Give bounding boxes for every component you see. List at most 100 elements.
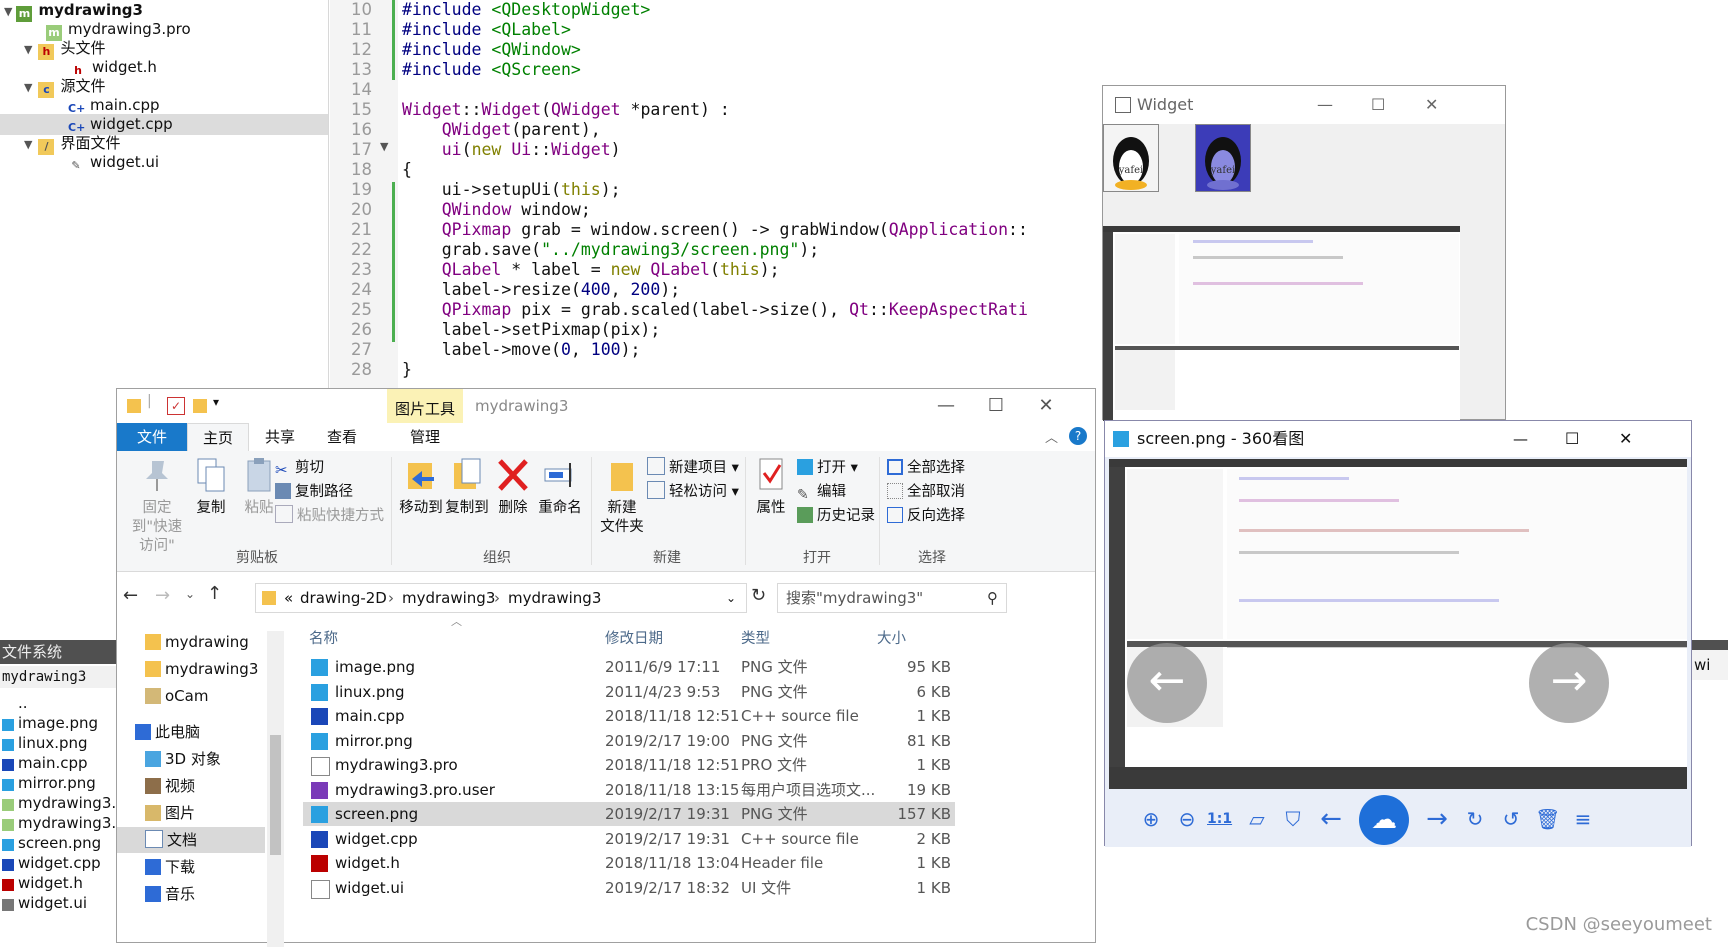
previous-icon[interactable]: ← [1319, 806, 1343, 832]
tree-item[interactable]: ✎ widget.ui [68, 152, 159, 173]
nav-item[interactable]: 视频 [145, 773, 195, 799]
tab-manage[interactable]: 管理 [387, 423, 463, 451]
minimize-icon[interactable]: — [1317, 86, 1333, 124]
filesystem-item[interactable]: mirror.png [2, 772, 96, 794]
tree-item-selected[interactable]: C+ widget.cpp [0, 114, 328, 135]
invert-selection-button[interactable]: 反向选择 [887, 505, 965, 527]
quick-access-dropdown-icon[interactable]: ▾ [213, 395, 219, 409]
address-overflow[interactable]: « [284, 584, 293, 612]
actual-size-button[interactable]: 1:1 [1207, 807, 1232, 831]
breadcrumb-drawing-2d[interactable]: drawing-2D [300, 584, 387, 612]
copy-path-button[interactable]: 复制路径 [275, 481, 353, 503]
open-folder-icon[interactable]: ▱ [1245, 807, 1269, 831]
tab-home[interactable]: 主页 [187, 423, 249, 451]
filesystem-item[interactable]: widget.ui [2, 892, 87, 914]
maximize-icon[interactable]: ☐ [1371, 86, 1385, 124]
picture-tools-context-tab[interactable]: 图片工具 [387, 389, 463, 423]
help-icon[interactable]: ? [1069, 427, 1087, 445]
next-icon[interactable]: → [1425, 806, 1449, 832]
new-folder-quick-icon[interactable] [193, 399, 207, 413]
new-folder-button[interactable]: 新建 文件夹 [597, 457, 647, 537]
minimize-icon[interactable]: — [923, 389, 969, 423]
filesystem-item[interactable]: mydrawing3. [2, 792, 116, 814]
file-row[interactable]: widget.cpp 2019/2/17 19:31 C++ source file… [303, 827, 955, 851]
nav-item[interactable]: oCam [145, 683, 208, 709]
filesystem-item[interactable]: mydrawing3. [2, 812, 116, 834]
breadcrumb-mydrawing3[interactable]: mydrawing3 [402, 584, 495, 612]
tree-item[interactable]: ▼ / 界面文件 [24, 133, 120, 155]
close-icon[interactable]: ✕ [1023, 389, 1069, 423]
close-icon[interactable]: ✕ [1619, 421, 1632, 457]
select-all-button[interactable]: 全部选择 [887, 457, 965, 479]
previous-image-button[interactable]: ← [1127, 643, 1207, 723]
nav-scrollbar[interactable] [267, 631, 284, 947]
tree-item[interactable]: C+ main.cpp [68, 95, 160, 116]
nav-item[interactable]: 3D 对象 [145, 746, 221, 772]
tree-item[interactable]: ▼ c 源文件 [24, 76, 105, 98]
easy-access-button[interactable]: 轻松访问 ▾ [647, 481, 739, 503]
tree-item[interactable]: ▼ h 头文件 [24, 38, 105, 60]
properties-button[interactable]: 属性 [749, 457, 793, 518]
open-button[interactable]: 打开 ▾ [797, 457, 858, 479]
filesystem-item[interactable]: .. [2, 692, 28, 714]
tab-file[interactable]: 文件 [117, 423, 187, 451]
breadcrumb-mydrawing3-current[interactable]: mydrawing3 [508, 584, 601, 612]
rename-button[interactable]: 重命名 [535, 457, 585, 518]
refresh-icon[interactable]: ↻ [751, 585, 766, 606]
nav-item[interactable]: 图片 [145, 800, 195, 826]
minimize-icon[interactable]: — [1513, 421, 1528, 457]
menu-icon[interactable]: ≡ [1571, 807, 1595, 831]
filesystem-item[interactable]: linux.png [2, 732, 88, 754]
move-to-button[interactable]: 移动到 [399, 457, 443, 518]
select-none-button[interactable]: 全部取消 [887, 481, 965, 503]
filesystem-item[interactable]: widget.cpp [2, 852, 101, 874]
nav-item[interactable]: mydrawing [145, 629, 249, 655]
edit-button[interactable]: ✎ 编辑 [797, 481, 846, 503]
zoom-out-icon[interactable]: ⊖ [1175, 807, 1199, 831]
filesystem-item[interactable]: screen.png [2, 832, 101, 854]
cloud-share-icon[interactable]: ☁ [1359, 795, 1409, 845]
nav-item-selected[interactable]: 文档 [117, 827, 265, 853]
file-row[interactable]: screen.png 2019/2/17 19:31 PNG 文件 157 KB [303, 802, 955, 826]
zoom-in-icon[interactable]: ⊕ [1139, 807, 1163, 831]
slideshow-icon[interactable]: ⛉ [1281, 807, 1305, 831]
tree-item[interactable]: h widget.h [70, 57, 157, 78]
address-bar[interactable]: « drawing-2D › mydrawing3 › mydrawing3 ⌄ [255, 583, 747, 613]
close-icon[interactable]: ✕ [1425, 86, 1438, 124]
tree-root[interactable]: ▼ m mydrawing3 [4, 0, 143, 22]
up-arrow-icon[interactable]: ↑ [207, 583, 222, 604]
file-row[interactable]: mirror.png 2019/2/17 19:00 PNG 文件 81 KB [303, 729, 955, 753]
column-header-date[interactable]: 修改日期 [605, 627, 663, 648]
maximize-icon[interactable]: ☐ [973, 389, 1019, 423]
nav-item[interactable]: mydrawing3 [145, 656, 258, 682]
copy-to-button[interactable]: 复制到 [445, 457, 489, 518]
maximize-icon[interactable]: ☐ [1565, 421, 1579, 457]
cut-button[interactable]: ✂ 剪切 [275, 457, 324, 479]
rotate-right-icon[interactable]: ↻ [1463, 807, 1487, 831]
column-header-size[interactable]: 大小 [877, 627, 906, 648]
recent-locations-chevron-icon[interactable]: ⌄ [185, 587, 195, 601]
filesystem-item[interactable]: image.png [2, 712, 98, 734]
copy-button[interactable]: 复制 [189, 457, 233, 518]
search-input[interactable]: 搜索"mydrawing3" ⚲ [777, 583, 1007, 613]
properties-check-icon[interactable]: ✓ [167, 397, 185, 415]
tab-view[interactable]: 查看 [311, 423, 373, 451]
column-header-name[interactable]: 名称 [309, 627, 338, 648]
tree-item[interactable]: m mydrawing3.pro [46, 19, 191, 41]
file-row[interactable]: mydrawing3.pro 2018/11/18 12:51 PRO 文件 1 KB [303, 753, 955, 777]
delete-button[interactable]: 删除 [491, 457, 535, 518]
delete-icon[interactable]: 🗑 [1535, 807, 1560, 831]
search-icon[interactable]: ⚲ [987, 584, 998, 612]
filesystem-path[interactable]: mydrawing3 [0, 666, 118, 688]
fold-chevron-icon[interactable]: ▼ [380, 140, 388, 153]
file-row[interactable]: linux.png 2011/4/23 9:53 PNG 文件 6 KB [303, 680, 955, 704]
nav-item[interactable]: 音乐 [145, 881, 195, 907]
tab-share[interactable]: 共享 [249, 423, 311, 451]
file-row[interactable]: mydrawing3.pro.user 2018/11/18 13:15 每用户项目… [303, 778, 955, 802]
file-row[interactable]: main.cpp 2018/11/18 12:51 C++ source file 1… [303, 704, 955, 728]
address-dropdown-icon[interactable]: ⌄ [726, 584, 736, 612]
filesystem-item[interactable]: main.cpp [2, 752, 88, 774]
collapse-ribbon-icon[interactable]: ︿ [1045, 427, 1058, 446]
nav-item[interactable]: 下载 [145, 854, 195, 880]
paste-shortcut-button[interactable]: 粘贴快捷方式 [275, 505, 384, 527]
